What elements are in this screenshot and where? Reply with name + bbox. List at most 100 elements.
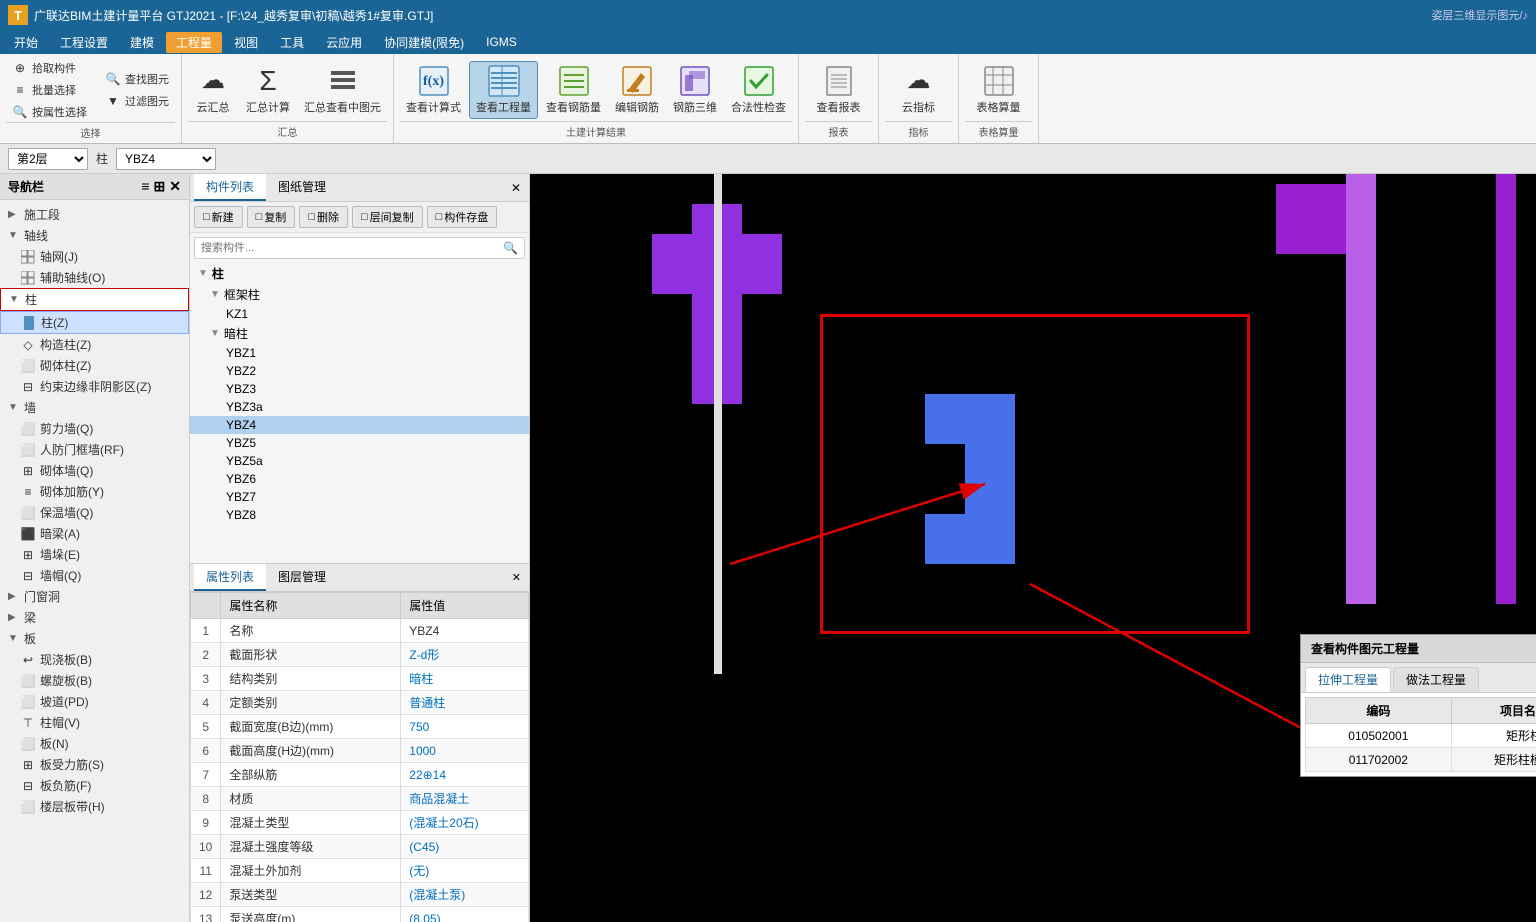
view-formula-btn[interactable]: f(x) 查看计算式 (400, 62, 467, 118)
menu-igms[interactable]: IGMS (476, 33, 527, 51)
prop-value[interactable]: (8.05) (401, 907, 529, 922)
menu-view[interactable]: 视图 (224, 32, 268, 53)
ribbon-find-part[interactable]: 🔍 查找图元 (99, 69, 175, 89)
tab-method-qty[interactable]: 做法工程量 (1393, 667, 1479, 692)
comp-item-ybz8[interactable]: YBZ8 (190, 506, 529, 524)
comp-search-input[interactable] (201, 242, 499, 254)
comp-item-ybz1[interactable]: YBZ1 (190, 344, 529, 362)
cloud-index-btn[interactable]: ☁ 云指标 (894, 62, 944, 118)
nav-door-window[interactable]: ▶ 门窗洞 (0, 586, 189, 607)
nav-axes[interactable]: ▼ 轴线 (0, 225, 189, 246)
nav-slab-rebar[interactable]: ⊞ 板受力筋(S) (0, 754, 189, 775)
prop-value[interactable]: 1000 (401, 739, 529, 763)
nav-hidden-beam[interactable]: ⬛ 暗梁(A) (0, 523, 189, 544)
check-validity-btn[interactable]: 合法性检查 (725, 62, 792, 118)
nav-edge-col[interactable]: ⊟ 约束边缘非阴影区(Z) (0, 376, 189, 397)
ribbon-prop-select[interactable]: 🔍 按属性选择 (6, 102, 93, 122)
prop-value[interactable]: 商品混凝土 (401, 787, 529, 811)
prop-value[interactable]: 750 (401, 715, 529, 739)
nav-parapet[interactable]: ⊟ 墙帽(Q) (0, 565, 189, 586)
nav-insulation-wall[interactable]: ⬜ 保温墙(Q) (0, 502, 189, 523)
menu-collab[interactable]: 协同建模(限免) (374, 32, 474, 53)
ribbon-batch-select[interactable]: ≡ 批量选择 (6, 80, 93, 100)
close-props-icon[interactable]: ✕ (512, 571, 521, 584)
nav-close-icon[interactable]: ✕ (169, 178, 181, 195)
prop-value[interactable]: (C45) (401, 835, 529, 859)
view-rebar-qty-btn[interactable]: 查看钢筋量 (540, 62, 607, 118)
prop-value[interactable]: (混凝土泵) (401, 883, 529, 907)
prop-value[interactable]: (混凝土20石) (401, 811, 529, 835)
close-middle-icon[interactable]: ✕ (511, 181, 521, 195)
nav-list-icon[interactable]: ≡ (141, 178, 149, 195)
nav-wall[interactable]: ▼ 墙 (0, 397, 189, 418)
menu-project-settings[interactable]: 工程设置 (50, 32, 118, 53)
rebar-3d-btn[interactable]: 钢筋三维 (667, 62, 723, 118)
prop-value[interactable]: 暗柱 (401, 667, 529, 691)
comp-item-ybz3a[interactable]: YBZ3a (190, 398, 529, 416)
nav-col-cap[interactable]: ⊤ 柱帽(V) (0, 712, 189, 733)
menu-build[interactable]: 建模 (120, 32, 164, 53)
ribbon-filter-view[interactable]: ▼ 过滤图元 (99, 91, 175, 111)
view-eng-qty-btn[interactable]: 查看工程量 (469, 61, 538, 119)
nav-slab[interactable]: ▼ 板 (0, 628, 189, 649)
comp-item-ybz4[interactable]: YBZ4 (190, 416, 529, 434)
nav-column[interactable]: ▼ 柱 (0, 288, 189, 311)
sum-calc-btn[interactable]: Σ 汇总计算 (240, 62, 296, 118)
delete-comp-btn[interactable]: □ 删除 (299, 206, 348, 228)
nav-civil-door[interactable]: ⬜ 人防门框墙(RF) (0, 439, 189, 460)
menu-tools[interactable]: 工具 (270, 32, 314, 53)
nav-channel[interactable]: ⬜ 坡道(PD) (0, 691, 189, 712)
comp-item-ybz3[interactable]: YBZ3 (190, 380, 529, 398)
view-report-btn[interactable]: 查看报表 (811, 62, 867, 118)
comp-name-select[interactable]: YBZ4 (116, 148, 216, 170)
menu-start[interactable]: 开始 (4, 32, 48, 53)
nav-lintel[interactable]: ⊞ 墙垛(E) (0, 544, 189, 565)
save-comp-btn[interactable]: □ 构件存盘 (427, 206, 498, 228)
nav-masonry-wall[interactable]: ⊞ 砌体墙(Q) (0, 460, 189, 481)
comp-item-ybz6[interactable]: YBZ6 (190, 470, 529, 488)
tab-drawing-mgmt[interactable]: 图纸管理 (266, 174, 338, 201)
nav-struct-col[interactable]: ◇ 构造柱(Z) (0, 334, 189, 355)
tab-stretch-qty[interactable]: 拉伸工程量 (1305, 667, 1391, 692)
tab-comp-list[interactable]: 构件列表 (194, 174, 266, 201)
comp-subcat-hidden-col[interactable]: ▼ 暗柱 (190, 323, 529, 344)
nav-cast-slab[interactable]: ↩ 现浇板(B) (0, 649, 189, 670)
nav-construction[interactable]: ▶ 施工段 (0, 204, 189, 225)
nav-aux-axis[interactable]: 辅助轴线(O) (0, 267, 189, 288)
nav-masonry-addon[interactable]: ≡ 砌体加筋(Y) (0, 481, 189, 502)
copy-comp-btn[interactable]: □ 复制 (247, 206, 296, 228)
nav-masonry-col[interactable]: ⬜ 砌体柱(Z) (0, 355, 189, 376)
nav-grid-icon[interactable]: ⊞ (154, 178, 166, 195)
edit-rebar-btn[interactable]: 编辑钢筋 (609, 62, 665, 118)
new-comp-btn[interactable]: □ 新建 (194, 206, 243, 228)
tab-props[interactable]: 属性列表 (194, 564, 266, 591)
nav-slab-n[interactable]: ⬜ 板(N) (0, 733, 189, 754)
comp-item-ybz5[interactable]: YBZ5 (190, 434, 529, 452)
comp-item-ybz7[interactable]: YBZ7 (190, 488, 529, 506)
tab-layer-mgmt[interactable]: 图层管理 (266, 564, 338, 591)
menu-cloud[interactable]: 云应用 (316, 32, 372, 53)
nav-slab-floor[interactable]: ⬜ 楼层板带(H) (0, 796, 189, 817)
view-sum-btn[interactable]: 汇总查看中图元 (298, 62, 387, 118)
comp-item-ybz5a[interactable]: YBZ5a (190, 452, 529, 470)
comp-subcat-frame[interactable]: ▼ 框架柱 (190, 284, 529, 305)
layer-select[interactable]: 第2层 (8, 148, 88, 170)
comp-item-ybz2[interactable]: YBZ2 (190, 362, 529, 380)
nav-slab-neg[interactable]: ⊟ 板负筋(F) (0, 775, 189, 796)
nav-beam[interactable]: ▶ 梁 (0, 607, 189, 628)
ribbon-pick-parts[interactable]: ⊕ 拾取构件 (6, 58, 93, 78)
nav-bolt-slab[interactable]: ⬜ 螺旋板(B) (0, 670, 189, 691)
nav-shear-wall[interactable]: ⬜ 剪力墙(Q) (0, 418, 189, 439)
floor-copy-btn[interactable]: □ 层间复制 (352, 206, 423, 228)
table-calc-btn[interactable]: 表格算量 (971, 62, 1027, 118)
prop-value[interactable]: 普通柱 (401, 691, 529, 715)
nav-col-z[interactable]: 柱(Z) (0, 311, 189, 334)
comp-item-kz1[interactable]: KZ1 (190, 305, 529, 323)
prop-value[interactable]: 22⊕14 (401, 763, 529, 787)
nav-axis-grid[interactable]: 轴网(J) (0, 246, 189, 267)
prop-value[interactable]: (无) (401, 859, 529, 883)
menu-engineering-qty[interactable]: 工程量 (166, 32, 222, 53)
prop-value[interactable]: YBZ4 (401, 619, 529, 643)
comp-cat-col[interactable]: ▼ 柱 (190, 263, 529, 284)
prop-value[interactable]: Z-d形 (401, 643, 529, 667)
